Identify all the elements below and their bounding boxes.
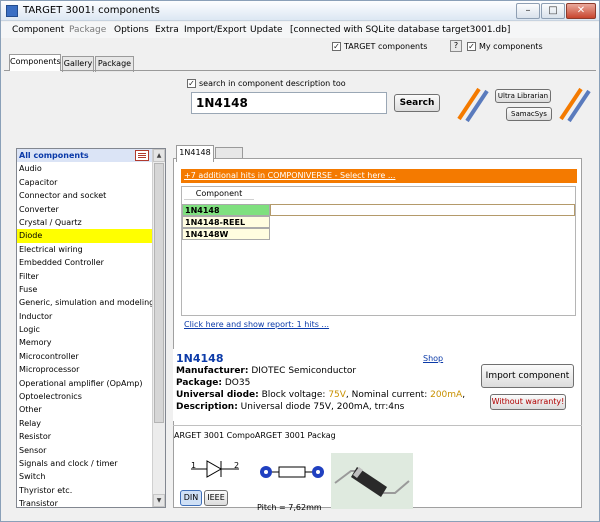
column-header[interactable]: Component name	[184, 187, 254, 211]
category-item[interactable]: Generic, simulation and modeling	[17, 296, 153, 309]
category-item[interactable]: Crystal / Quartz	[17, 216, 153, 229]
category-item[interactable]: Logic	[17, 323, 153, 336]
package-line: Package: DO35	[176, 378, 251, 388]
category-item[interactable]: Optoelectronics	[17, 390, 153, 403]
category-item[interactable]: Microcontroller	[17, 350, 153, 363]
category-panel: All components Audio Capacitor Connector an…	[16, 148, 166, 508]
category-item[interactable]: Operational amplifier (OpAmp)	[17, 377, 153, 390]
category-item[interactable]: Resistor	[17, 430, 153, 443]
din-button[interactable]: DIN	[180, 490, 202, 506]
tab-components[interactable]: Components	[9, 54, 61, 71]
my-components-label: My components	[479, 42, 543, 51]
category-item[interactable]: Transistor	[17, 497, 153, 507]
menu-package[interactable]: Package	[69, 25, 106, 35]
footprint-preview	[260, 466, 324, 478]
category-all[interactable]: All components	[17, 149, 153, 163]
menu-options[interactable]: Options	[114, 25, 149, 35]
divider	[173, 425, 582, 426]
shop-link[interactable]: Shop	[423, 354, 443, 363]
target-components-checkbox[interactable]: ✓	[332, 42, 341, 51]
search-input[interactable]: 1N4148	[191, 92, 387, 114]
category-item[interactable]: Diode	[17, 229, 153, 243]
category-item[interactable]: Relay	[17, 417, 153, 430]
search-button[interactable]: Search	[394, 94, 440, 112]
category-item[interactable]: Microprocessor	[17, 363, 153, 376]
result-row[interactable]: 1N4148-REEL	[182, 216, 270, 228]
menu-bar: Component Package Options Extra Import/E…	[1, 22, 599, 38]
menu-update[interactable]: Update	[250, 25, 283, 35]
diode-line: Universal diode: Block voltage: 75V, Nom…	[176, 390, 466, 400]
category-item[interactable]: Audio	[17, 162, 153, 175]
category-item[interactable]: Sensor	[17, 444, 153, 457]
ultra-librarian-button[interactable]: Ultra Librarian	[495, 89, 551, 103]
menu-extra[interactable]: Extra	[155, 25, 179, 35]
result-row-extra	[270, 204, 575, 216]
import-component-button[interactable]: Import component	[481, 364, 574, 388]
result-row[interactable]: 1N4148	[182, 204, 270, 216]
samacsys-button[interactable]: SamacSys	[506, 107, 552, 121]
report-link[interactable]: Click here and show report: 1 hits ...	[184, 320, 329, 329]
category-item[interactable]: Electrical wiring	[17, 243, 153, 256]
app-window: TARGET 3001! components – □ ✕ Component …	[0, 0, 600, 522]
my-components-checkbox[interactable]: ✓	[467, 42, 476, 51]
ieee-button[interactable]: IEEE	[204, 490, 228, 506]
pitch-label: Pitch = 7,62mm	[257, 503, 322, 512]
category-item[interactable]: Thyristor etc.	[17, 484, 153, 497]
menu-component[interactable]: Component	[12, 25, 64, 35]
category-item[interactable]: Memory	[17, 336, 153, 349]
search-description-checkbox[interactable]: ✓	[187, 79, 196, 88]
component-details: 1N4148 Shop Manufacturer: DIOTEC Semicon…	[173, 349, 475, 421]
componiverse-hits-link[interactable]: +7 additional hits in COMPONIVERSE - Sel…	[181, 169, 577, 183]
without-warranty-button[interactable]: Without warranty!	[490, 394, 566, 410]
close-button[interactable]: ✕	[566, 3, 596, 19]
category-item[interactable]: Inductor	[17, 310, 153, 323]
category-item[interactable]: Filter	[17, 270, 153, 283]
component-name: 1N4148	[176, 352, 224, 365]
manufacturer-line: Manufacturer: DIOTEC Semiconductor	[176, 366, 357, 376]
window-title: TARGET 3001! components	[23, 5, 160, 16]
category-item[interactable]: Embedded Controller	[17, 256, 153, 269]
category-item[interactable]: Capacitor	[17, 176, 153, 189]
title-bar: TARGET 3001! components – □ ✕	[1, 1, 599, 21]
scroll-down-icon[interactable]: ▼	[153, 494, 165, 507]
scroll-thumb[interactable]	[154, 163, 164, 423]
pin-2-label: 2	[234, 461, 240, 470]
app-icon	[6, 5, 18, 17]
category-item[interactable]: Switch	[17, 470, 153, 483]
category-item[interactable]: Fuse	[17, 283, 153, 296]
menu-import-export[interactable]: Import/Export	[184, 25, 246, 35]
vendor-logo-left	[457, 87, 489, 123]
description-line: Description: Universal diode 75V, 200mA,…	[176, 402, 405, 412]
scroll-up-icon[interactable]: ▲	[153, 149, 165, 162]
target-components-label: TARGET components	[344, 42, 428, 51]
search-description-label: search in component description too	[199, 79, 346, 88]
3d-package-preview	[331, 453, 413, 509]
library-tabs[interactable]: ARGET 3001 CompoARGET 3001 Packag	[174, 431, 574, 443]
pin-1-label: 1	[191, 461, 197, 470]
category-item[interactable]: Converter	[17, 203, 153, 216]
maximize-button[interactable]: □	[541, 3, 565, 19]
vendor-logo-right	[559, 87, 591, 123]
category-item[interactable]: Other	[17, 403, 153, 416]
category-item[interactable]: Signals and clock / timer	[17, 457, 153, 470]
category-list: All components Audio Capacitor Connector an…	[17, 149, 153, 507]
minimize-button[interactable]: –	[516, 3, 540, 19]
tab-result[interactable]: 1N4148	[176, 145, 214, 162]
help-button[interactable]: ?	[450, 40, 462, 52]
category-item[interactable]: Connector and socket	[17, 189, 153, 202]
result-row[interactable]: 1N4148W	[182, 228, 270, 240]
category-scrollbar[interactable]: ▲ ▼	[152, 149, 165, 507]
db-status: [connected with SQLite database target30…	[290, 25, 511, 35]
list-view-icon[interactable]	[135, 150, 149, 161]
